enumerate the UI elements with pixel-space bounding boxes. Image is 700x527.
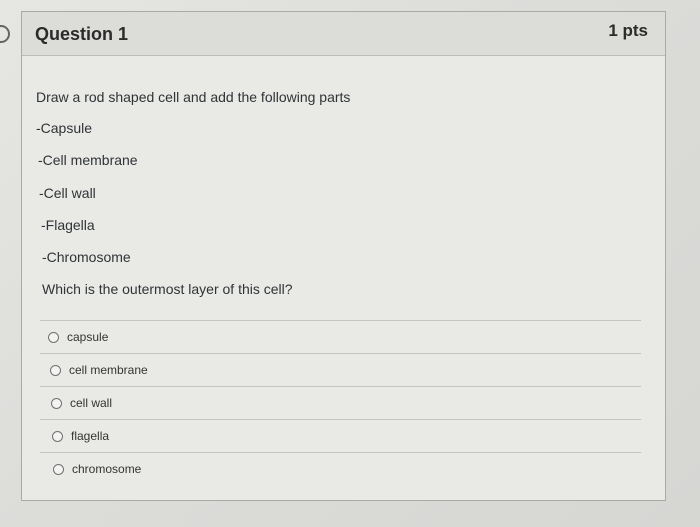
prompt-part-chromosome: -Chromosome [42, 249, 131, 265]
answer-option-cell-membrane[interactable]: cell membrane [40, 354, 641, 386]
question-title: Question 1 [35, 24, 129, 44]
answer-label-cell-membrane: cell membrane [69, 363, 148, 377]
previous-question-marker [0, 25, 10, 43]
radio-button[interactable] [50, 364, 61, 376]
radio-button[interactable] [51, 397, 62, 409]
radio-button[interactable] [53, 463, 64, 475]
radio-button[interactable] [48, 331, 59, 343]
answer-label-cell-wall: cell wall [70, 396, 113, 410]
answer-option-capsule[interactable]: capsule [40, 321, 641, 353]
answer-label-capsule: capsule [67, 330, 109, 344]
prompt-part-cell-wall: -Cell wall [39, 185, 96, 201]
answer-option-chromosome[interactable]: chromosome [40, 453, 641, 485]
answer-option-flagella[interactable]: flagella [40, 420, 641, 452]
answer-label-flagella: flagella [71, 429, 110, 443]
answer-list: capsule cell membrane cell wall flagella… [40, 320, 641, 486]
question-prompt: Which is the outermost layer of this cel… [42, 281, 293, 297]
question-prompt-instruction: Draw a rod shaped cell and add the follo… [36, 89, 351, 105]
prompt-part-flagella: -Flagella [41, 217, 95, 233]
answer-option-cell-wall[interactable]: cell wall [40, 387, 641, 419]
question-card: Question 1 1 pts Draw a rod shaped cell … [21, 11, 666, 501]
answer-label-chromosome: chromosome [72, 462, 142, 476]
question-header: Question 1 1 pts [22, 12, 665, 56]
radio-button[interactable] [52, 430, 63, 442]
prompt-part-cell-membrane: -Cell membrane [38, 152, 138, 168]
question-points: 1 pts [608, 21, 648, 40]
prompt-part-capsule: -Capsule [36, 120, 93, 136]
question-body: Draw a rod shaped cell and add the follo… [22, 55, 665, 500]
